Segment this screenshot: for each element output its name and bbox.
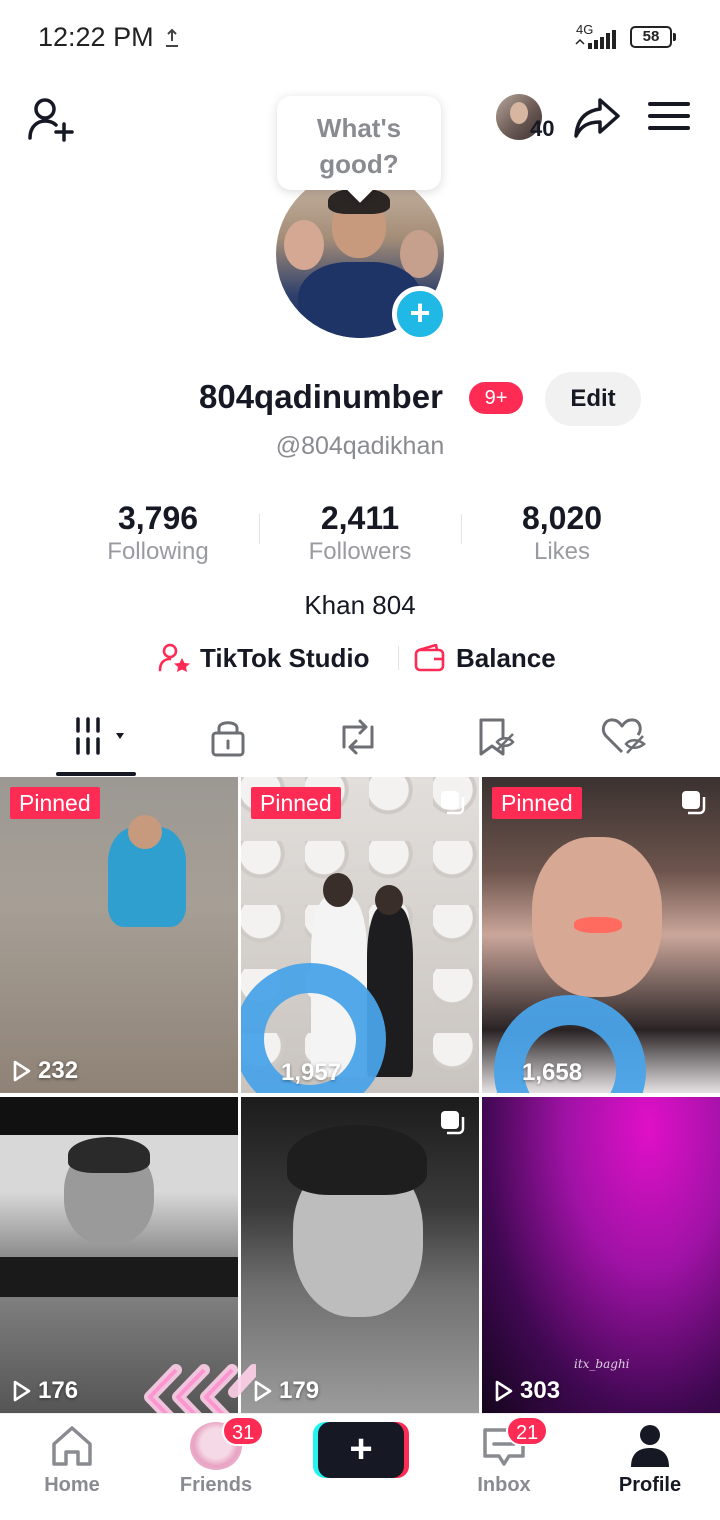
balance-label: Balance [456,642,556,673]
pinned-label: Pinned [10,787,100,819]
video-tile-1[interactable]: Pinned 232 [0,777,238,1093]
home-icon [52,1426,92,1466]
creator-star-icon [158,643,190,672]
tab-private[interactable] [198,714,258,760]
pinned-label: Pinned [251,787,341,819]
status-bar: 12:22 PM 4G 58 [0,0,720,76]
likes-label: Likes [533,538,591,565]
view-count: 179 [253,1377,319,1405]
bubble-line-1: What's [316,113,402,143]
content-tabs [0,700,720,776]
view-count-value: 179 [279,1377,320,1404]
display-name: 804qadinumber [199,378,443,415]
battery-icon: 58 [630,26,676,48]
view-count: 232 [12,1057,78,1085]
photo-multi-icon [441,791,465,815]
nav-friends[interactable]: 31 Friends [166,1416,266,1497]
likes-count: 8,020 [521,500,603,536]
video-tile-3[interactable]: Pinned 1,658 [482,777,720,1093]
whats-good-bubble[interactable]: What's good? [277,96,441,203]
nav-profile-label: Profile [618,1474,682,1496]
nav-friends-label: Friends [179,1474,253,1496]
username: @804qadikhan [275,432,445,460]
nav-inbox-label: Inbox [477,1474,531,1496]
wallet-icon [414,644,445,672]
tiktok-studio-link[interactable]: TikTok Studio [158,640,369,676]
play-icon [13,1380,31,1402]
status-time: 12:22 PM [38,22,154,52]
bottom-navigation: Home 31 Friends + 21 Inbox Profile [0,1413,720,1520]
photo-multi-icon [441,1111,465,1135]
view-count-value: 1,957 [281,1059,342,1086]
video-grid: Pinned 232 Pinned 1,957 Pinned 1,658 176… [0,777,720,1413]
video-tile-2[interactable]: Pinned 1,957 [241,777,479,1093]
pinned-label: Pinned [492,787,582,819]
edit-profile-button[interactable]: Edit [545,372,641,426]
share-icon[interactable] [572,94,622,142]
view-count: 176 [12,1377,78,1405]
video-tile-6[interactable]: itx_baghi 303 [482,1097,720,1413]
add-avatar-plus-icon[interactable]: + [392,286,448,342]
play-icon [13,1060,31,1082]
profile-icon [631,1425,669,1467]
nav-home[interactable]: Home [22,1422,122,1497]
following-count: 3,796 [117,500,199,536]
nav-profile[interactable]: Profile [600,1422,700,1497]
signal-icon [575,30,616,49]
followers-count: 2,411 [320,500,400,536]
tab-videos[interactable] [68,714,128,760]
following-label: Following [107,538,209,565]
inbox-badge: 21 [506,1416,549,1446]
view-count-value: 303 [520,1377,561,1404]
profile-bio: Khan 804 [304,590,416,620]
menu-icon[interactable] [648,98,690,134]
stat-followers[interactable]: 2,411 Followers [260,500,460,568]
active-tab-indicator [56,772,136,776]
followers-label: Followers [308,538,412,565]
favorites-hidden-icon [479,718,515,756]
nav-home-label: Home [44,1474,100,1496]
battery-level: 58 [630,26,672,48]
videos-grid-icon [76,717,124,755]
upload-icon [166,28,178,47]
video-watermark: itx_baghi [574,1357,630,1371]
lock-icon [211,721,245,757]
tab-favorites[interactable] [464,714,524,760]
create-button[interactable]: + [318,1422,404,1478]
tiktok-studio-label: TikTok Studio [200,642,370,673]
view-count-value: 176 [38,1377,79,1404]
stat-following[interactable]: 3,796 Following [58,500,258,568]
view-count-value: 1,658 [522,1059,583,1086]
balance-link[interactable]: Balance [414,640,556,676]
stat-likes[interactable]: 8,020 Likes [462,500,662,568]
liked-hidden-icon [601,718,646,754]
nav-inbox[interactable]: 21 Inbox [454,1416,554,1497]
profile-views-count[interactable]: 40 [530,116,554,142]
tab-liked[interactable] [594,714,654,760]
play-icon [254,1380,272,1402]
view-count-value: 232 [38,1057,79,1084]
add-user-icon[interactable] [26,94,76,144]
video-tile-5[interactable]: 179 [241,1097,479,1413]
play-icon [495,1380,513,1402]
photo-multi-icon [682,791,706,815]
notification-badge[interactable]: 9+ [469,382,523,414]
tab-reposts[interactable] [328,714,388,760]
friends-badge: 31 [222,1416,265,1446]
view-count: 303 [494,1377,560,1405]
repost-icon [342,719,374,755]
